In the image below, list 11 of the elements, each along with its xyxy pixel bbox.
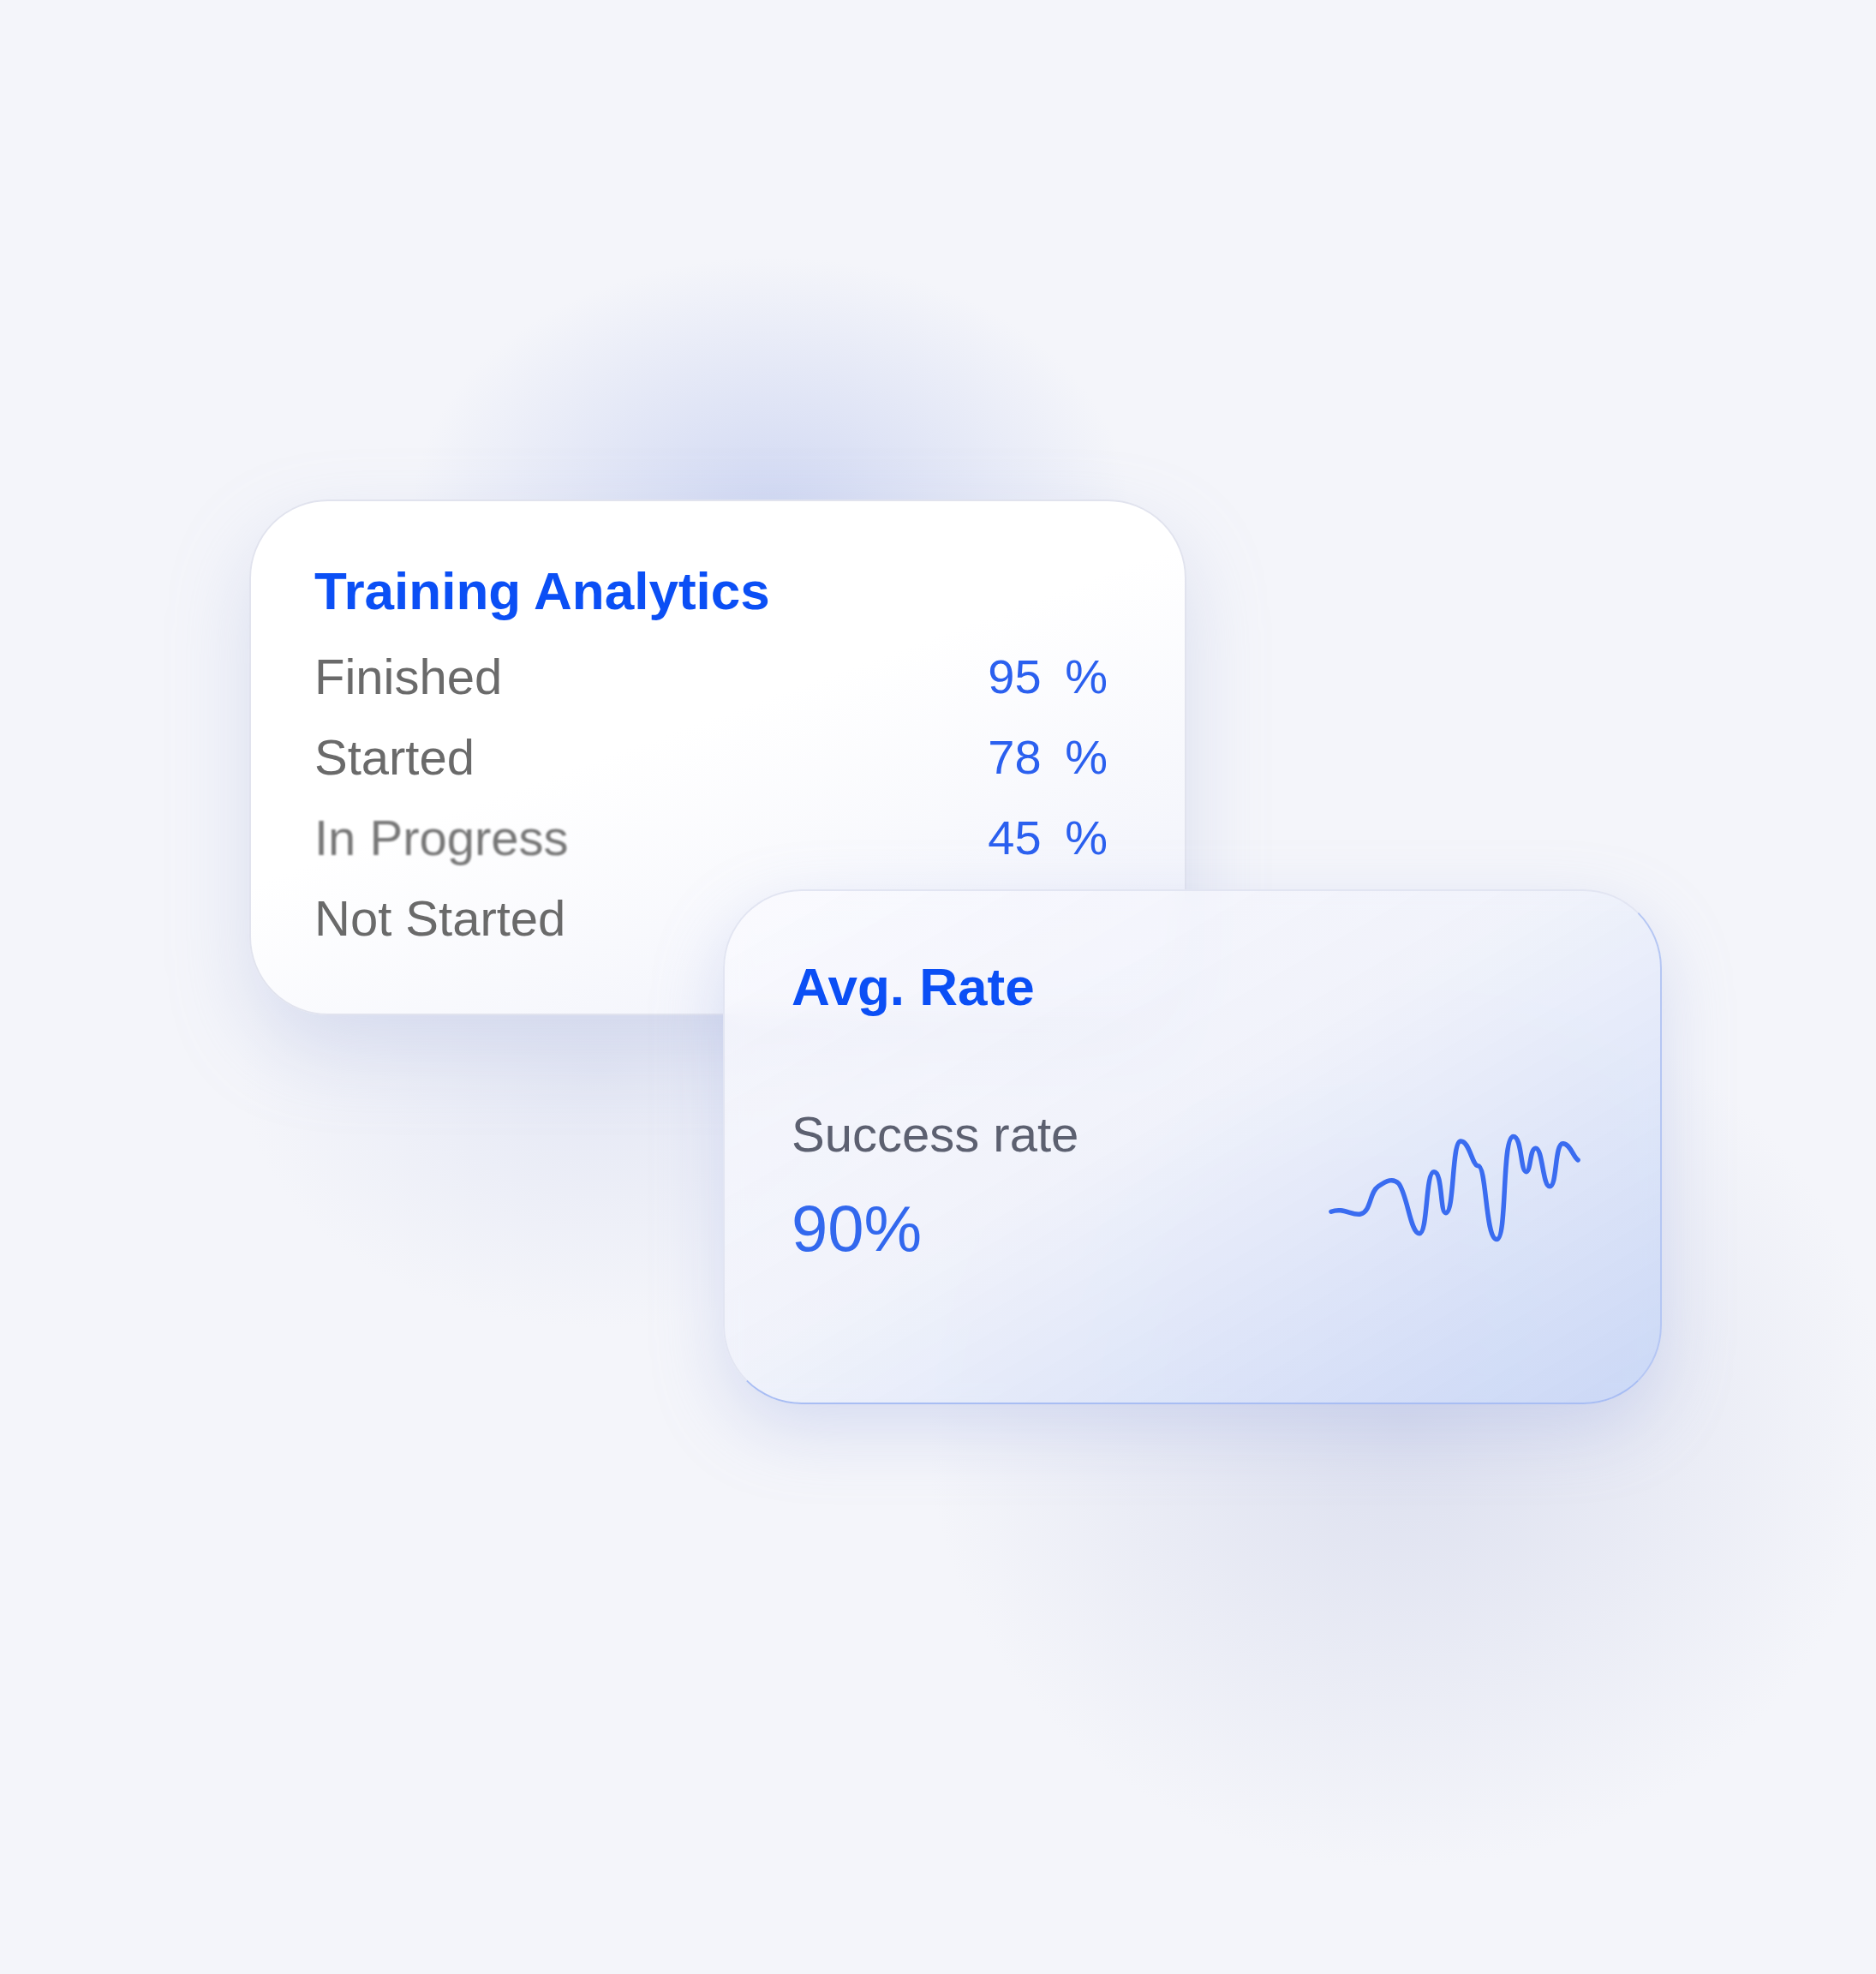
stat-value: 95 %: [988, 649, 1108, 705]
card-title: Training Analytics: [314, 560, 771, 622]
stat-value: 45 %: [988, 810, 1108, 866]
stat-value: 78 %: [988, 729, 1108, 786]
stat-label: Finished: [314, 648, 503, 706]
metric-label: Success rate: [792, 1105, 1079, 1163]
stat-label: Started: [314, 728, 475, 787]
card-title: Avg. Rate: [792, 956, 1036, 1018]
stat-label: In Progress: [314, 809, 569, 867]
metric-value: 90%: [792, 1191, 923, 1266]
stat-label: Not Started: [314, 889, 566, 948]
